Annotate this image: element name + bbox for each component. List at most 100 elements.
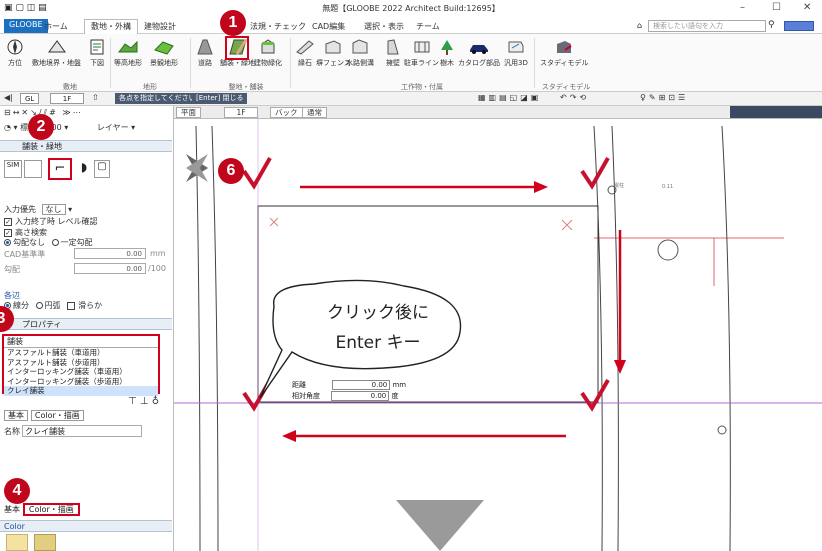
ribbon-label: 駐車ライン [404, 59, 439, 67]
tool-row: ◀| GL 1F ⇧ 各点を指定してください。 [Enter] 閉じる ▦▥▤◱… [0, 92, 822, 106]
edge-arc-radio[interactable] [35, 302, 43, 309]
prop-tool-icons[interactable]: ⊤ ⊥ ♁ [128, 396, 159, 407]
minimize-button[interactable]: – [740, 2, 745, 13]
callout-line-1: クリック後に [327, 303, 429, 323]
curb-icon [296, 40, 314, 55]
floor-select[interactable]: 1F [50, 93, 84, 104]
tab-home[interactable]: ホーム [44, 21, 68, 32]
section-header[interactable]: 舗装・緑地 [0, 140, 172, 152]
step-badge-6: 6 [218, 158, 244, 184]
canvas-window-controls[interactable] [730, 106, 822, 118]
cad-base-input[interactable]: 0.00 [74, 248, 146, 259]
road-curve-left-2 [211, 125, 219, 551]
canvas-floor-select[interactable]: 1F [224, 107, 258, 118]
group-label-site: 敷地 [63, 83, 77, 91]
ribbon-button-site-boundary[interactable]: 敷地境界・地盤 [32, 38, 81, 68]
arc-tool-icon[interactable]: ◗ [76, 160, 92, 178]
ribbon-button-contour[interactable]: 等高地形 [114, 38, 142, 68]
normal-button[interactable]: 通常 [302, 107, 327, 118]
back-button[interactable]: バック [270, 107, 303, 118]
properties-header[interactable]: プロパティ [0, 318, 172, 330]
ribbon-button-retaining-wall[interactable]: 擁壁 [382, 38, 404, 68]
boundary-icon [47, 40, 66, 53]
edit-tool-icon[interactable]: ▢ [94, 160, 110, 178]
tab-building-design[interactable]: 建物設計 [144, 21, 176, 32]
drawing-canvas[interactable]: 0.11 電柱 距離 0.00 mm 相対角度 0.00 度 [174, 106, 822, 551]
ribbon-button-catalog[interactable]: カタログ部品 [458, 38, 500, 68]
polygon-tool-icon[interactable]: ⌐ [48, 158, 72, 180]
tab-color[interactable]: Color・描画 [30, 410, 84, 421]
distance-readout: 距離 0.00 mm [292, 380, 406, 390]
ribbon-separator [110, 38, 111, 88]
search-icon[interactable]: ⚲ [768, 20, 775, 30]
ribbon-button-underlay[interactable]: 下図 [86, 38, 108, 68]
ribbon-separator [534, 38, 535, 88]
property-option-selected[interactable]: クレイ舗装 [4, 386, 158, 396]
check-level-row[interactable]: ✓ 入力終了時 レベル確認 [4, 216, 98, 227]
floor-up-icon[interactable]: ⇧ [92, 93, 99, 102]
slope-none-label: 勾配なし [13, 238, 45, 247]
property-option[interactable]: インターロッキング舗装（車道用） [4, 367, 158, 377]
tab-basic-2[interactable]: 基本 [4, 505, 20, 514]
property-option[interactable]: アスファルト舗装（車道用） [4, 348, 158, 358]
ribbon-button-gutter[interactable]: 水路側溝 [346, 38, 374, 68]
maximize-button[interactable]: ☐ [772, 2, 781, 13]
input-priority-select[interactable]: なし [41, 204, 66, 215]
tab-color-highlighted[interactable]: Color・描画 [22, 503, 80, 516]
cad-base-unit: mm [150, 249, 166, 258]
group-label-terrain: 地形 [143, 83, 157, 91]
rect-tool-icon[interactable] [24, 160, 42, 178]
distance-value[interactable]: 0.00 [332, 380, 391, 390]
tab-select-display[interactable]: 選択・表示 [364, 21, 404, 32]
tab-site-exterior[interactable]: 敷地・外構 [84, 19, 138, 34]
view-toolbar-icons[interactable]: ▦▥▤◱◪▣ [478, 93, 541, 102]
ribbon-button-tree[interactable]: 樹木 [436, 38, 458, 68]
ribbon-button-generic3d[interactable]: 汎用3D [504, 38, 528, 68]
tab-cad-edit[interactable]: CAD編集 [312, 21, 345, 32]
slope-none-radio[interactable] [4, 239, 11, 246]
menu-bar: GLOOBE ホーム 敷地・外構 建物設計 法規・チェック CAD編集 選択・表… [0, 18, 822, 34]
step-badge-2: 2 [28, 114, 54, 140]
undo-redo-icons[interactable]: ↶↷⟲ [560, 93, 589, 102]
ribbon-button-road[interactable]: 道路 [194, 38, 216, 68]
tab-basic[interactable]: 基本 [4, 410, 28, 421]
shape-tools: SIM ⌐ ◗ ▢ [4, 158, 114, 182]
tab-gloobe[interactable]: GLOOBE [4, 19, 48, 33]
close-button[interactable]: ✕ [803, 2, 811, 13]
ribbon-button-greening[interactable]: 建物緑化 [254, 38, 282, 68]
sim-button[interactable]: SIM [4, 160, 22, 178]
tab-team[interactable]: チーム [416, 21, 440, 32]
help-icon[interactable]: ⌂ [637, 21, 642, 30]
nav-back-icon[interactable]: ◀| [4, 93, 13, 102]
ribbon-button-parking[interactable]: 駐車ライン [404, 38, 439, 68]
layer-button[interactable]: レイヤー [97, 123, 129, 132]
name-input[interactable]: クレイ舗装 [22, 425, 142, 437]
color-swatch-base[interactable] [6, 534, 28, 551]
display-toolbar-icons[interactable]: ♀✎⊞⊡☰ [640, 93, 688, 102]
arrow-left-head [282, 430, 296, 442]
road-curve-right-2 [611, 125, 619, 551]
slope-mode-row: 勾配なし 一定勾配 [4, 237, 93, 248]
ribbon-button-curb[interactable]: 縁石 [294, 38, 316, 68]
property-option[interactable]: インターロッキング舗装（歩道用） [4, 377, 158, 387]
gl-button[interactable]: GL [20, 93, 40, 104]
status-hint-enter: [Enter] 閉じる [192, 93, 248, 104]
view-plan-tab[interactable]: 平面 [176, 107, 201, 118]
smooth-checkbox[interactable] [67, 301, 76, 310]
angle-value[interactable]: 0.00 [331, 391, 390, 401]
search-input[interactable]: 検索したい語句を入力 [648, 20, 766, 32]
slope-input[interactable]: 0.00 [74, 263, 146, 274]
tab-regulation-check[interactable]: 法規・チェック [250, 21, 306, 32]
parking-icon [414, 41, 429, 53]
slope-fixed-radio[interactable] [51, 239, 59, 246]
step-badge-4: 4 [4, 478, 30, 504]
ribbon-button-study-model[interactable]: スタディモデル [540, 38, 589, 68]
property-selected[interactable]: 舗装 [4, 336, 158, 348]
property-dropdown[interactable]: 舗装 アスファルト舗装（車道用） アスファルト舗装（歩道用） インターロッキング… [2, 334, 160, 396]
arrow-down-head [614, 360, 626, 374]
texture-swatch[interactable] [34, 534, 56, 551]
ribbon-button-landscape[interactable]: 景観地形 [150, 38, 178, 68]
user-badge[interactable] [784, 21, 814, 31]
ribbon-button-orientation[interactable]: 方位 [4, 38, 26, 68]
property-option[interactable]: アスファルト舗装（歩道用） [4, 358, 158, 368]
